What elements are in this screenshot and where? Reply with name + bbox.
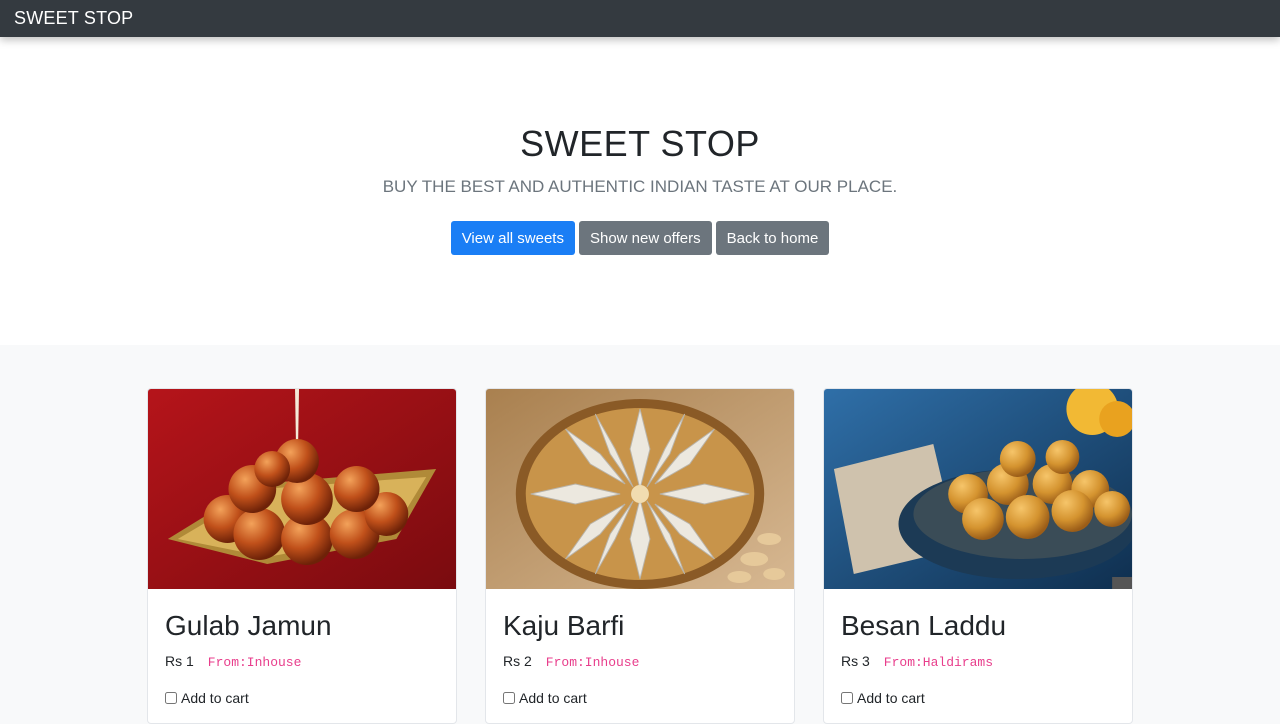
- add-to-cart-row[interactable]: Add to cart: [503, 690, 777, 706]
- add-to-cart-label: Add to cart: [519, 689, 587, 706]
- add-to-cart-checkbox[interactable]: [841, 691, 853, 704]
- back-to-home-button[interactable]: Back to home: [715, 221, 830, 255]
- add-to-cart-row[interactable]: Add to cart: [841, 690, 1115, 706]
- add-to-cart-label: Add to cart: [857, 689, 925, 706]
- product-card: Besan Laddu Rs 3 From:Haldirams Add to c…: [823, 388, 1133, 724]
- hero-title: SWEET STOP: [520, 123, 760, 164]
- product-source: From:Inhouse: [545, 654, 640, 670]
- product-name: Kaju Barfi: [503, 610, 625, 641]
- product-card-list: Gulab Jamun Rs 1 From:Inhouse Add to car…: [0, 388, 1280, 724]
- show-new-offers-button[interactable]: Show new offers: [578, 221, 712, 255]
- besan-laddu-image: [824, 389, 1132, 589]
- add-to-cart-row[interactable]: Add to cart: [165, 690, 439, 706]
- product-card-body: Gulab Jamun Rs 1 From:Inhouse Add to car…: [148, 589, 456, 723]
- product-name: Gulab Jamun: [165, 610, 332, 641]
- product-price: Rs 1: [165, 652, 194, 669]
- product-price: Rs 2: [503, 652, 532, 669]
- kaju-barfi-image: [486, 389, 794, 589]
- product-album: Gulab Jamun Rs 1 From:Inhouse Add to car…: [0, 345, 1280, 724]
- product-card: Kaju Barfi Rs 2 From:Inhouse Add to cart: [485, 388, 795, 724]
- add-to-cart-checkbox[interactable]: [503, 691, 515, 704]
- product-price: Rs 3: [841, 652, 870, 669]
- product-card: Gulab Jamun Rs 1 From:Inhouse Add to car…: [147, 388, 457, 724]
- product-meta: Rs 1 From:Inhouse: [165, 653, 439, 670]
- view-all-sweets-button[interactable]: View all sweets: [450, 221, 575, 255]
- top-navbar: SWEET STOP: [0, 0, 1280, 37]
- product-card-body: Kaju Barfi Rs 2 From:Inhouse Add to cart: [486, 589, 794, 723]
- product-source: From:Haldirams: [883, 654, 994, 670]
- hero-button-group: View all sweets Show new offers Back to …: [0, 221, 1280, 255]
- navbar-brand[interactable]: SWEET STOP: [14, 8, 133, 29]
- gulab-jamun-image: [148, 389, 456, 589]
- add-to-cart-checkbox[interactable]: [165, 691, 177, 704]
- product-meta: Rs 3 From:Haldirams: [841, 653, 1115, 670]
- product-card-body: Besan Laddu Rs 3 From:Haldirams Add to c…: [824, 589, 1132, 723]
- hero-lead: BUY THE BEST AND AUTHENTIC INDIAN TASTE …: [382, 177, 898, 196]
- add-to-cart-label: Add to cart: [181, 689, 249, 706]
- product-source: From:Inhouse: [207, 654, 302, 670]
- product-meta: Rs 2 From:Inhouse: [503, 653, 777, 670]
- product-name: Besan Laddu: [841, 610, 1007, 641]
- hero-section: SWEET STOP BUY THE BEST AND AUTHENTIC IN…: [0, 37, 1280, 345]
